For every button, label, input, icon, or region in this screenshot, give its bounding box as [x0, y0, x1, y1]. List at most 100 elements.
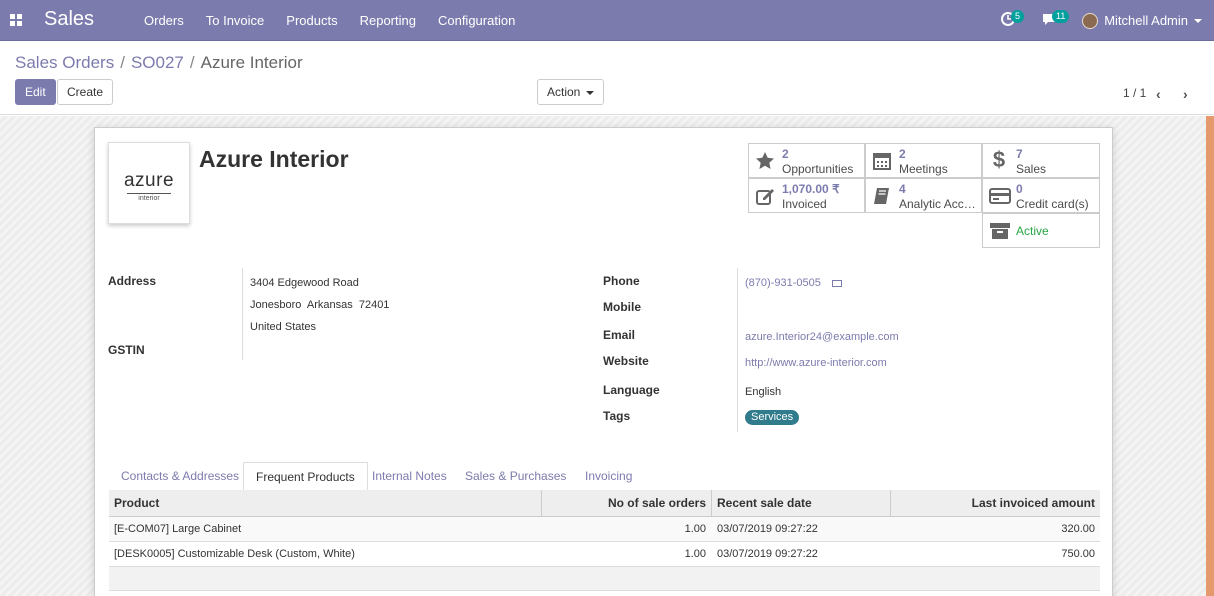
star-icon — [755, 151, 775, 176]
website-label: Website — [603, 354, 649, 368]
messages-count-badge: 11 — [1052, 10, 1070, 23]
activity-icon[interactable]: 5 — [1001, 10, 1025, 29]
tab-frequent-products[interactable]: Frequent Products — [243, 462, 368, 491]
sales-label: Sales — [1016, 162, 1047, 176]
sale-orders-cell: 1.00 — [684, 523, 706, 535]
active-label: Active — [1016, 224, 1049, 238]
opportunities-count: 2 — [782, 147, 789, 161]
gstin-label: GSTIN — [108, 343, 145, 357]
create-button[interactable]: Create — [57, 79, 114, 105]
avatar — [1082, 12, 1099, 29]
credit-cards-button[interactable]: 0 Credit card(s) — [982, 178, 1100, 213]
breadcrumb-sales-orders[interactable]: Sales Orders — [15, 53, 114, 73]
product-cell: [E-COM07] Large Cabinet — [114, 523, 242, 535]
dollar-icon: $ — [992, 147, 1006, 172]
language-value[interactable]: English — [745, 386, 781, 398]
email-value[interactable]: azure.Interior24@example.com — [745, 331, 899, 343]
calendar-icon — [872, 151, 892, 176]
active-toggle-button[interactable]: Active — [982, 213, 1100, 248]
phone-value[interactable]: (870)-931-0505 — [745, 277, 821, 289]
notebook-tabs: Contacts & Addresses Frequent Products I… — [109, 462, 1100, 491]
activity-count-badge: 5 — [1011, 10, 1025, 23]
address-label: Address — [108, 274, 157, 288]
breadcrumb-separator: / — [120, 53, 125, 72]
logo-text: azure — [123, 170, 175, 191]
action-label: Action — [547, 85, 581, 99]
empty-row — [109, 567, 1100, 591]
menu-reporting[interactable]: Reporting — [349, 0, 427, 41]
messages-icon[interactable]: 11 — [1042, 10, 1070, 29]
menu-configuration[interactable]: Configuration — [427, 0, 526, 41]
phone-label: Phone — [603, 274, 640, 288]
breadcrumb-separator: / — [189, 53, 195, 72]
country-value[interactable]: United States — [250, 321, 316, 333]
form-sheet: azure interior Azure Interior 2 Opportun… — [94, 127, 1113, 596]
invoiced-label: Invoiced — [782, 197, 827, 211]
book-icon — [872, 186, 892, 211]
table-row[interactable]: [E-COM07] Large Cabinet 1.00 03/07/2019 … — [109, 517, 1100, 542]
breadcrumb-so027[interactable]: SO027 — [131, 53, 184, 73]
pager-value[interactable]: 1 / 1 — [1123, 86, 1146, 100]
frequent-products-table: Product No of sale orders Recent sale da… — [109, 490, 1100, 591]
sale-date-cell: 03/07/2019 09:27:22 — [717, 523, 818, 535]
user-name: Mitchell Admin — [1104, 13, 1188, 28]
analytic-accounts-count: 4 — [899, 182, 906, 196]
partner-name: Azure Interior — [199, 146, 349, 172]
menu-products[interactable]: Products — [275, 0, 348, 41]
top-navbar: Sales Orders To Invoice Products Reporti… — [0, 0, 1214, 41]
tab-contacts-addresses[interactable]: Contacts & Addresses — [109, 462, 251, 491]
product-cell: [DESK0005] Customizable Desk (Custom, Wh… — [114, 548, 355, 560]
chevron-down-icon — [1194, 18, 1202, 23]
invoiced-amount: 1,070.00 ₹ — [782, 182, 840, 196]
sales-button[interactable]: $ 7 Sales — [982, 143, 1100, 178]
sales-count: 7 — [1016, 147, 1023, 161]
analytic-accounts-button[interactable]: 4 Analytic Acc… — [865, 178, 982, 213]
tag-services[interactable]: Services — [745, 410, 800, 425]
envelope-icon[interactable] — [832, 280, 842, 287]
menu-to-invoice[interactable]: To Invoice — [195, 0, 276, 41]
analytic-accounts-label: Analytic Acc… — [899, 197, 976, 211]
divider — [737, 268, 738, 432]
meetings-button[interactable]: 2 Meetings — [865, 143, 982, 178]
opportunities-label: Opportunities — [782, 162, 854, 176]
credit-cards-label: Credit card(s) — [1016, 197, 1089, 211]
street-value[interactable]: 3404 Edgewood Road — [250, 277, 359, 289]
language-label: Language — [603, 383, 660, 397]
tab-sales-purchases[interactable]: Sales & Purchases — [453, 462, 578, 491]
website-value[interactable]: http://www.azure-interior.com — [745, 357, 887, 369]
invoiced-button[interactable]: 1,070.00 ₹ Invoiced — [748, 178, 865, 213]
pager-next-icon[interactable]: › — [1183, 86, 1188, 102]
tab-invoicing[interactable]: Invoicing — [573, 462, 644, 491]
breadcrumb-current: Azure Interior — [200, 53, 303, 72]
email-label: Email — [603, 328, 636, 342]
tags-label: Tags — [603, 409, 631, 423]
scrollbar[interactable] — [1206, 116, 1214, 596]
menu-orders[interactable]: Orders — [133, 0, 195, 41]
invoiced-amount-cell: 320.00 — [1061, 523, 1095, 535]
column-last-invoiced-amount[interactable]: Last invoiced amount — [891, 490, 1100, 517]
column-recent-sale-date[interactable]: Recent sale date — [712, 490, 890, 517]
column-product[interactable]: Product — [109, 490, 541, 517]
opportunities-button[interactable]: 2 Opportunities — [748, 143, 865, 178]
mobile-label: Mobile — [603, 300, 641, 314]
sale-date-cell: 03/07/2019 09:27:22 — [717, 548, 818, 560]
pager-previous-icon[interactable]: ‹ — [1156, 86, 1161, 102]
sale-orders-cell: 1.00 — [684, 548, 706, 560]
edit-button[interactable]: Edit — [15, 79, 56, 105]
main-menu: Orders To Invoice Products Reporting Con… — [133, 0, 526, 41]
tab-internal-notes[interactable]: Internal Notes — [360, 462, 459, 491]
content-area: azure interior Azure Interior 2 Opportun… — [0, 116, 1214, 596]
meetings-count: 2 — [899, 147, 906, 161]
control-panel: Sales Orders / SO027 / Azure Interior Ed… — [0, 41, 1214, 115]
table-row[interactable]: [DESK0005] Customizable Desk (Custom, Wh… — [109, 542, 1100, 567]
logo-subtext: interior — [127, 193, 171, 204]
city-value[interactable]: Jonesboro Arkansas 72401 — [250, 299, 389, 311]
column-sale-orders[interactable]: No of sale orders — [542, 490, 711, 517]
apps-menu-icon[interactable] — [10, 14, 22, 26]
breadcrumb: Sales Orders / SO027 / Azure Interior — [15, 53, 303, 73]
user-menu[interactable]: Mitchell Admin — [1082, 0, 1202, 41]
pencil-square-icon — [755, 186, 775, 211]
app-brand[interactable]: Sales — [44, 8, 94, 31]
partner-logo[interactable]: azure interior — [108, 142, 190, 224]
action-dropdown[interactable]: Action — [537, 79, 605, 105]
